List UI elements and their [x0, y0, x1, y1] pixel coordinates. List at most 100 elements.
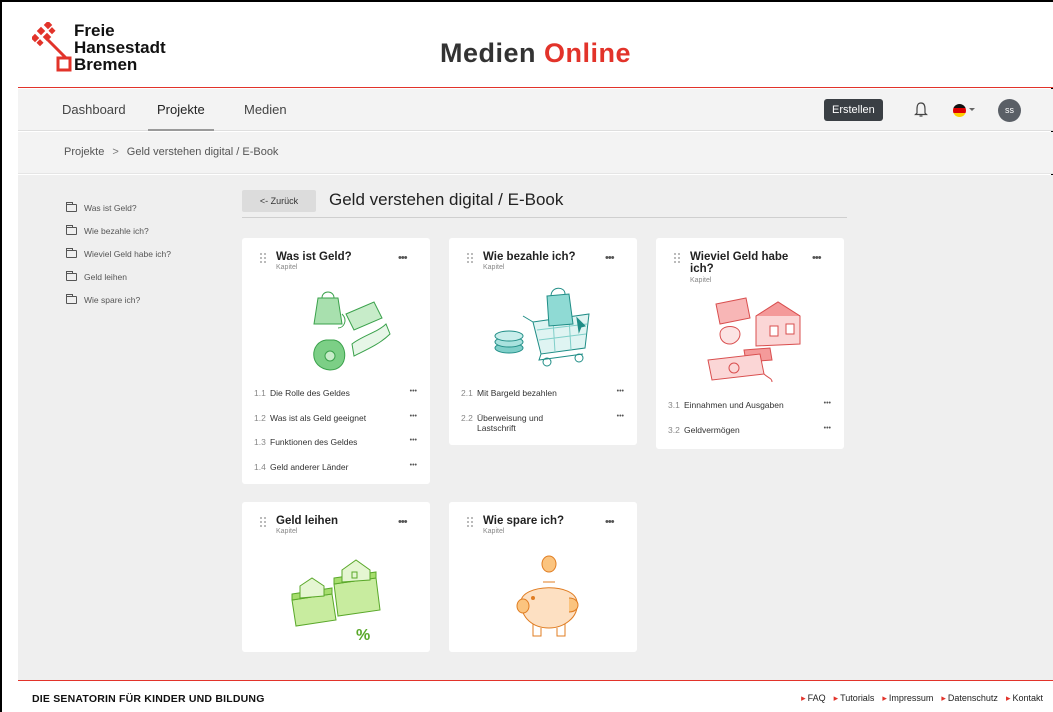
chapter-card-geld-leihen[interactable]: Geld leihen Kapitel ••• %	[242, 502, 430, 652]
footer-link-faq[interactable]: FAQ	[801, 693, 826, 704]
drag-handle-icon[interactable]	[260, 253, 268, 265]
section-number: 3.2	[668, 424, 680, 435]
sidebar-item-wie-spare-ich[interactable]: Wie spare ich?	[66, 288, 171, 311]
section-label: Überweisung und Lastschrift	[477, 412, 544, 433]
drag-handle-icon[interactable]	[260, 517, 268, 529]
section-item[interactable]: 3.1 Einnahmen und Ausgaben •••	[668, 400, 836, 425]
section-label: Die Rolle des Geldes	[270, 388, 350, 398]
section-label: Geldvermögen	[684, 424, 740, 435]
section-number: 3.1	[668, 400, 680, 410]
card-type: Kapitel	[483, 528, 505, 535]
card-menu-button[interactable]: •••	[398, 516, 408, 528]
section-label: Geld anderer Länder	[270, 461, 349, 472]
shopping-cart-illustration-icon	[494, 287, 590, 367]
section-list: 3.1 Einnahmen und Ausgaben ••• 3.2 Geldverm…	[668, 400, 836, 449]
section-label: Einnahmen und Ausgaben	[684, 400, 784, 410]
svg-text:%: %	[356, 627, 370, 644]
chapter-card-wieviel-geld[interactable]: Wieviel Geld habe ich? Kapitel ••• 3.1 Ei…	[656, 238, 844, 449]
sidebar-item-wie-bezahle-ich[interactable]: Wie bezahle ich?	[66, 219, 171, 242]
chapter-card-wie-bezahle-ich[interactable]: Wie bezahle ich? Kapitel ••• 2.1 Mit Barg…	[449, 238, 637, 445]
section-menu-button[interactable]: •••	[824, 400, 831, 407]
site-header: Freie Hansestadt Bremen Medien Online	[18, 2, 1053, 88]
page-title: Geld verstehen digital / E-Book	[329, 190, 564, 209]
section-number: 1.3	[254, 437, 266, 447]
folder-icon	[66, 201, 77, 212]
breadcrumb-root[interactable]: Projekte	[64, 146, 104, 158]
site-footer: DIE SENATORIN FÜR KINDER UND BILDUNG FAQ…	[18, 680, 1053, 712]
section-number: 2.2	[461, 412, 473, 423]
create-button[interactable]: Erstellen	[824, 99, 883, 121]
section-number: 2.1	[461, 388, 473, 398]
section-menu-button[interactable]: •••	[617, 388, 624, 395]
section-menu-button[interactable]: •••	[410, 462, 417, 469]
section-item[interactable]: 1.1 Die Rolle des Geldes •••	[254, 388, 422, 413]
drag-handle-icon[interactable]	[467, 253, 475, 265]
section-label: Mit Bargeld bezahlen	[477, 388, 557, 398]
breadcrumb-current: Geld verstehen digital / E-Book	[126, 146, 279, 158]
section-item[interactable]: 1.4 Geld anderer Länder •••	[254, 462, 422, 487]
card-type: Kapitel	[276, 528, 298, 535]
piggy-bank-illustration-icon	[516, 555, 579, 637]
section-menu-button[interactable]: •••	[824, 425, 831, 432]
section-menu-button[interactable]: •••	[410, 388, 417, 395]
card-menu-button[interactable]: •••	[398, 252, 408, 264]
sidebar-item-label: Wie bezahle ich?	[84, 225, 149, 236]
tab-dashboard[interactable]: Dashboard	[62, 89, 126, 131]
card-menu-button[interactable]: •••	[605, 252, 615, 264]
footer-link-datenschutz[interactable]: Datenschutz	[941, 693, 998, 704]
main-content: Was ist Geld? Wie bezahle ich? Wieviel G…	[18, 175, 1053, 680]
language-caret-icon[interactable]	[969, 108, 975, 111]
chapter-card-wie-spare-ich[interactable]: Wie spare ich? Kapitel •••	[449, 502, 637, 652]
user-avatar[interactable]: ss	[998, 99, 1021, 122]
house-wallet-illustration-icon	[707, 297, 801, 383]
bell-icon[interactable]	[912, 101, 930, 119]
section-menu-button[interactable]: •••	[410, 413, 417, 420]
section-item[interactable]: 1.2 Was ist als Geld geeignet •••	[254, 413, 422, 438]
card-title: Wie spare ich?	[483, 515, 565, 527]
drag-handle-icon[interactable]	[467, 517, 475, 529]
folder-icon	[66, 247, 77, 258]
sidebar-item-geld-leihen[interactable]: Geld leihen	[66, 265, 171, 288]
breadcrumb-bar: Projekte > Geld verstehen digital / E-Book	[18, 132, 1053, 174]
footer-link-kontakt[interactable]: Kontakt	[1006, 693, 1043, 704]
logo-line-1: Freie	[74, 21, 115, 40]
section-item[interactable]: 1.3 Funktionen des Geldes •••	[254, 437, 422, 462]
card-title: Wie bezahle ich?	[483, 251, 576, 263]
brand-title: Medien Online	[18, 38, 1053, 69]
section-item[interactable]: 3.2 Geldvermögen •••	[668, 425, 836, 450]
footer-link-tutorials[interactable]: Tutorials	[834, 693, 874, 704]
card-menu-button[interactable]: •••	[812, 252, 822, 264]
brand-accent: Online	[544, 38, 632, 68]
sidebar-item-wieviel-geld[interactable]: Wieviel Geld habe ich?	[66, 242, 171, 265]
tab-medien[interactable]: Medien	[244, 89, 287, 131]
card-title: Geld leihen	[276, 515, 338, 527]
chapter-card-was-ist-geld[interactable]: Was ist Geld? Kapitel ••• 1.1 Die Rolle d…	[242, 238, 430, 484]
brand-main: Medien	[439, 38, 544, 68]
back-button[interactable]: <- Zurück	[242, 190, 316, 212]
breadcrumb: Projekte > Geld verstehen digital / E-Book	[64, 146, 278, 158]
sidebar-item-label: Wieviel Geld habe ich?	[84, 248, 171, 259]
sidebar-item-label: Was ist Geld?	[84, 202, 137, 213]
footer-link-impressum[interactable]: Impressum	[882, 693, 934, 704]
card-type: Kapitel	[483, 264, 505, 271]
sidebar-item-label: Wie spare ich?	[84, 294, 141, 305]
card-type: Kapitel	[276, 264, 298, 271]
section-list: 2.1 Mit Bargeld bezahlen ••• 2.2 Überweisun…	[461, 388, 629, 437]
section-label: Was ist als Geld geeignet	[270, 412, 367, 423]
section-menu-button[interactable]: •••	[410, 437, 417, 444]
tab-projekte[interactable]: Projekte	[148, 89, 214, 131]
title-divider	[242, 217, 847, 218]
german-flag-icon[interactable]	[953, 104, 966, 117]
house-money-percent-illustration-icon: %	[291, 559, 381, 644]
sidebar-item-was-ist-geld[interactable]: Was ist Geld?	[66, 196, 171, 219]
section-number: 1.2	[254, 412, 266, 423]
drag-handle-icon[interactable]	[674, 253, 682, 265]
section-item[interactable]: 2.2 Überweisung und Lastschrift •••	[461, 413, 629, 438]
section-item[interactable]: 2.1 Mit Bargeld bezahlen •••	[461, 388, 629, 413]
sidebar-item-label: Geld leihen	[84, 271, 128, 282]
breadcrumb-separator: >	[112, 146, 119, 158]
card-menu-button[interactable]: •••	[605, 516, 615, 528]
card-title: Wieviel Geld habe ich?	[690, 251, 789, 275]
section-number: 1.1	[254, 388, 266, 398]
section-menu-button[interactable]: •••	[617, 413, 624, 420]
